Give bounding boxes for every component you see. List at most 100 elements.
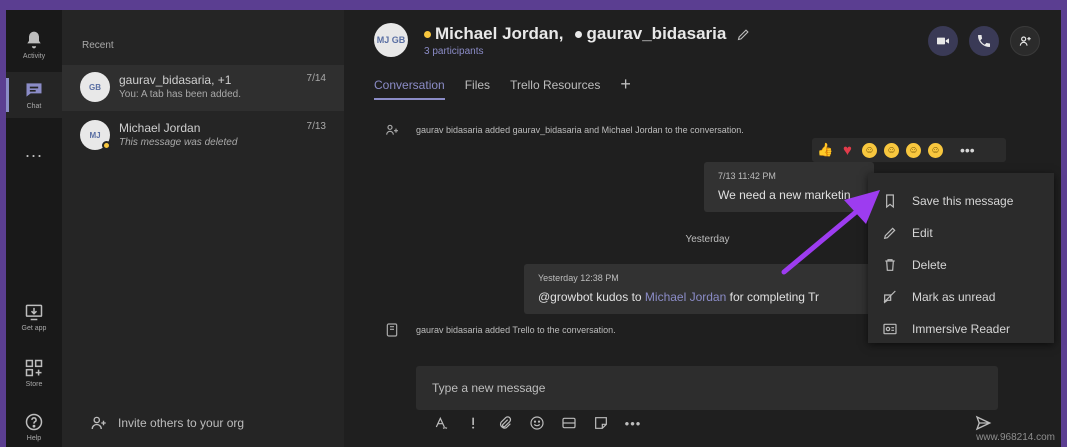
bell-icon [27, 31, 41, 49]
invite-button[interactable]: Invite others to your org [90, 414, 244, 432]
participant-name: Michael Jordan, [435, 24, 564, 43]
message-input[interactable] [416, 366, 998, 410]
menu-label: Edit [912, 226, 933, 240]
more-icon: ••• [624, 415, 642, 431]
phone-icon [978, 35, 990, 47]
message-prefix: @growbot kudos to [538, 290, 645, 304]
mention-link[interactable]: Michael Jordan [645, 290, 726, 304]
help-icon [25, 413, 43, 431]
format-icon [435, 416, 448, 429]
menu-mark-unread[interactable]: Mark as unread [868, 281, 1054, 313]
exclamation-icon [472, 417, 475, 429]
avatar: MJ [80, 120, 111, 150]
send-icon[interactable] [974, 414, 992, 432]
more-options-icon[interactable]: ••• [960, 142, 975, 158]
participant-name: gaurav_bidasaria [586, 24, 727, 43]
app-icon [386, 323, 398, 337]
chat-date: 7/13 [306, 121, 326, 132]
menu-label: Delete [912, 258, 947, 272]
add-people-icon [1019, 36, 1031, 46]
heart-icon[interactable]: ♥ [840, 142, 855, 159]
chat-name: Michael Jordan [119, 121, 201, 135]
group-avatar: MJ GB [374, 23, 408, 57]
audio-call-button[interactable] [969, 26, 999, 56]
sticker-button[interactable] [592, 414, 610, 432]
participants-link[interactable]: 3 participants [424, 46, 483, 57]
menu-edit[interactable]: Edit [868, 217, 1054, 249]
thumbs-up-icon[interactable]: 👍 [817, 142, 833, 158]
attach-button[interactable] [496, 414, 514, 432]
add-people-icon [91, 416, 106, 430]
chat-row-gaurav[interactable]: GB gaurav_bidasaria, +1 7/14 You: A tab … [62, 65, 344, 111]
rail-get-app[interactable]: Get app [6, 294, 62, 340]
more-icon: ... [24, 140, 43, 161]
composer-toolbar: ••• [432, 414, 642, 432]
surprised-icon[interactable]: ☺ [884, 142, 899, 158]
tab-conversation[interactable]: Conversation [374, 78, 445, 100]
avatar-initials: GB [89, 82, 101, 92]
angry-icon[interactable]: ☺ [928, 142, 943, 158]
tab-trello-resources[interactable]: Trello Resources [510, 78, 600, 100]
chat-row-michael[interactable]: MJ Michael Jordan 7/13 This message was … [62, 113, 344, 159]
add-people-button[interactable] [1010, 26, 1040, 56]
chat-name: gaurav_bidasaria, +1 [119, 73, 232, 87]
rail-label: Help [26, 435, 42, 442]
sad-icon[interactable]: ☺ [906, 142, 921, 158]
chat-list-panel: Recent GB gaurav_bidasaria, +1 7/14 You:… [62, 10, 344, 447]
message-suffix: for completing Tr [726, 290, 819, 304]
rail-store[interactable]: Store [6, 350, 62, 396]
rail-more[interactable]: ... [6, 128, 62, 174]
context-menu: Save this message Edit Delete Mark as un… [868, 173, 1054, 343]
add-tab-button[interactable]: + [620, 75, 631, 100]
menu-save-message[interactable]: Save this message [868, 185, 1054, 217]
rail-activity[interactable]: Activity [6, 22, 62, 68]
reaction-bar: 👍 ♥ ☺ ☺ ☺ ☺ ••• [812, 138, 1006, 162]
video-camera-icon [937, 37, 949, 45]
reader-icon [883, 323, 897, 335]
chat-title[interactable]: Michael Jordan, gaurav_bidasaria [424, 24, 751, 44]
emoji-button[interactable] [528, 414, 546, 432]
recent-heading: Recent [82, 40, 114, 51]
annotation-arrow [781, 190, 880, 275]
message-text: @growbot kudos to Michael Jordan for com… [538, 290, 860, 304]
rail-label: Activity [22, 53, 46, 60]
system-text: gaurav bidasaria added Trello to the con… [416, 325, 616, 335]
system-message: gaurav bidasaria added gaurav_bidasaria … [384, 122, 744, 138]
status-away-icon [424, 30, 431, 38]
tab-bar: Conversation Files Trello Resources + [374, 75, 631, 100]
rail-label: Chat [26, 103, 42, 110]
rail-label: Get app [21, 325, 47, 332]
chat-icon [26, 83, 42, 97]
format-button[interactable] [432, 414, 450, 432]
gif-icon [562, 417, 576, 429]
system-message: gaurav bidasaria added Trello to the con… [384, 322, 616, 338]
app-rail: Activity Chat ... Get app Store Help [6, 10, 62, 447]
download-icon [25, 304, 43, 321]
menu-delete[interactable]: Delete [868, 249, 1054, 281]
rail-label: Store [25, 381, 43, 388]
rail-chat[interactable]: Chat [6, 72, 62, 118]
rail-help[interactable]: Help [6, 404, 62, 447]
menu-immersive-reader[interactable]: Immersive Reader [868, 313, 1054, 345]
system-text: gaurav bidasaria added gaurav_bidasaria … [416, 125, 744, 135]
watermark: www.968214.com [976, 432, 1055, 443]
pencil-icon[interactable] [736, 27, 751, 42]
gif-button[interactable] [560, 414, 578, 432]
conversation-panel: MJ GB Michael Jordan, gaurav_bidasaria 3… [344, 10, 1061, 447]
avatar: GB [80, 72, 110, 102]
menu-label: Mark as unread [912, 290, 996, 304]
more-apps-button[interactable]: ••• [624, 414, 642, 432]
avatar-initials: MJ [89, 130, 101, 140]
invite-label: Invite others to your org [118, 416, 245, 430]
paperclip-icon [500, 416, 512, 429]
important-button[interactable] [464, 414, 482, 432]
laugh-icon[interactable]: ☺ [862, 142, 877, 158]
video-call-button[interactable] [928, 26, 958, 56]
status-away-icon [102, 141, 111, 150]
chat-preview: You: A tab has been added. [119, 89, 241, 100]
menu-label: Save this message [912, 194, 1014, 208]
status-offline-icon [575, 30, 583, 38]
add-member-icon [386, 124, 398, 135]
tab-files[interactable]: Files [465, 78, 490, 100]
message-composer[interactable] [416, 366, 998, 410]
